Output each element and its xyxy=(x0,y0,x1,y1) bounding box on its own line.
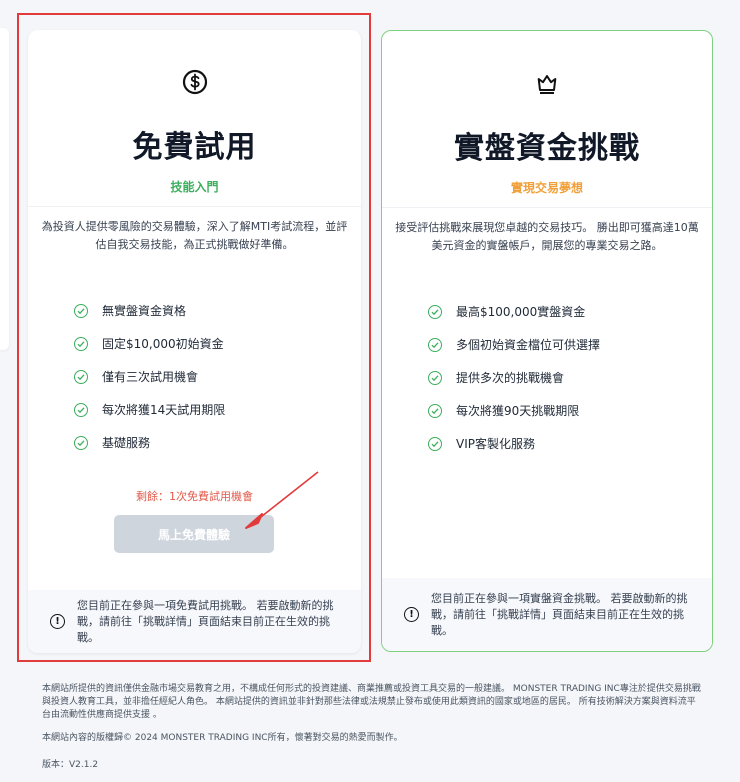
feature-label: 無實盤資金資格 xyxy=(102,304,187,318)
active-challenge-notice: ! 您目前正在參與一項免費試用挑戰。 若要啟動新的挑戰，請前往「挑戰詳情」頁面結… xyxy=(28,590,361,653)
check-circle-icon xyxy=(428,436,442,451)
feature-item: VIP客製化服務 xyxy=(428,427,600,460)
remaining-trials-text: 剩餘：1次免費試用機會 xyxy=(136,490,253,503)
site-footer: 本網站所提供的資訊僅供金融市場交易教育之用，不構成任何形式的投資建議、商業推薦或… xyxy=(42,683,702,782)
crown-icon xyxy=(537,75,557,94)
active-challenge-notice: ! 您目前正在參與一項實盤資金挑戰。 若要啟動新的挑戰，請前往「挑戰詳情」頁面結… xyxy=(382,578,712,651)
footer-version: 版本：V2.1.2 xyxy=(42,760,99,770)
feature-list: 最高$100,000實盤資金 多個初始資金檔位可供選擇 提供多次的挑戰機會 每次… xyxy=(428,295,600,460)
check-circle-icon xyxy=(74,435,88,450)
footer-disclaimer: 本網站所提供的資訊僅供金融市場交易教育之用，不構成任何形式的投資建議、商業推薦或… xyxy=(42,684,701,720)
notice-text: 您目前正在參與一項實盤資金挑戰。 若要啟動新的挑戰，請前往「挑戰詳情」頁面結束目… xyxy=(431,591,688,637)
check-circle-icon xyxy=(74,369,88,384)
notice-text: 您目前正在參與一項免費試用挑戰。 若要啟動新的挑戰，請前往「挑戰詳情」頁面結束目… xyxy=(77,598,334,644)
feature-item: 每次將獲90天挑戰期限 xyxy=(428,394,600,427)
card-subtitle: 技能入門 xyxy=(170,180,219,194)
check-circle-icon xyxy=(74,402,88,417)
footer-copyright: 本網站內容的版權歸© 2024 MONSTER TRADING INC所有，懷著… xyxy=(42,733,403,743)
feature-item: 無實盤資金資格 xyxy=(74,294,225,327)
feature-list: 無實盤資金資格 固定$10,000初始資金 僅有三次試用機會 每次將獲14天試用… xyxy=(74,294,225,459)
card-title: 免費試用 xyxy=(132,130,257,165)
feature-label: 基礎服務 xyxy=(102,436,151,450)
feature-label: 最高$100,000實盤資金 xyxy=(456,305,586,319)
feature-item: 固定$10,000初始資金 xyxy=(74,327,225,360)
feature-label: 每次將獲90天挑戰期限 xyxy=(456,404,580,418)
info-icon: ! xyxy=(404,607,419,622)
feature-label: 固定$10,000初始資金 xyxy=(102,337,224,351)
start-free-trial-button[interactable]: 馬上免費體驗 xyxy=(114,515,274,553)
feature-label: 每次將獲14天試用期限 xyxy=(102,403,226,417)
feature-item: 僅有三次試用機會 xyxy=(74,360,225,393)
feature-label: 僅有三次試用機會 xyxy=(102,370,199,384)
card-description: 接受評估挑戰來展現您卓越的交易技巧。 勝出即可獲高達10萬美元資金的實盤帳戶，開… xyxy=(395,221,699,252)
background-panel xyxy=(0,28,9,350)
divider xyxy=(382,207,712,208)
dollar-coin-icon xyxy=(182,69,207,95)
feature-label: 提供多次的挑戰機會 xyxy=(456,371,565,385)
check-circle-icon xyxy=(428,370,442,385)
card-description: 為投資人提供零風險的交易體驗，深入了解MTI考試流程，並評估自我交易技能，為正式… xyxy=(41,220,348,251)
feature-label: VIP客製化服務 xyxy=(456,437,535,451)
check-circle-icon xyxy=(428,304,442,319)
feature-item: 多個初始資金檔位可供選擇 xyxy=(428,328,600,361)
free-trial-card: 免費試用 技能入門 為投資人提供零風險的交易體驗，深入了解MTI考試流程，並評估… xyxy=(28,30,361,653)
feature-item: 提供多次的挑戰機會 xyxy=(428,361,600,394)
info-icon: ! xyxy=(50,614,65,629)
card-title: 實盤資金挑戰 xyxy=(454,131,640,166)
check-circle-icon xyxy=(74,336,88,351)
feature-item: 基礎服務 xyxy=(74,426,225,459)
feature-label: 多個初始資金檔位可供選擇 xyxy=(456,338,601,352)
feature-item: 最高$100,000實盤資金 xyxy=(428,295,600,328)
feature-item: 每次將獲14天試用期限 xyxy=(74,393,225,426)
card-subtitle: 實現交易夢想 xyxy=(510,181,583,195)
check-circle-icon xyxy=(428,403,442,418)
check-circle-icon xyxy=(74,303,88,318)
check-circle-icon xyxy=(428,337,442,352)
divider xyxy=(28,206,361,207)
live-capital-challenge-card: 實盤資金挑戰 實現交易夢想 接受評估挑戰來展現您卓越的交易技巧。 勝出即可獲高達… xyxy=(381,30,713,652)
